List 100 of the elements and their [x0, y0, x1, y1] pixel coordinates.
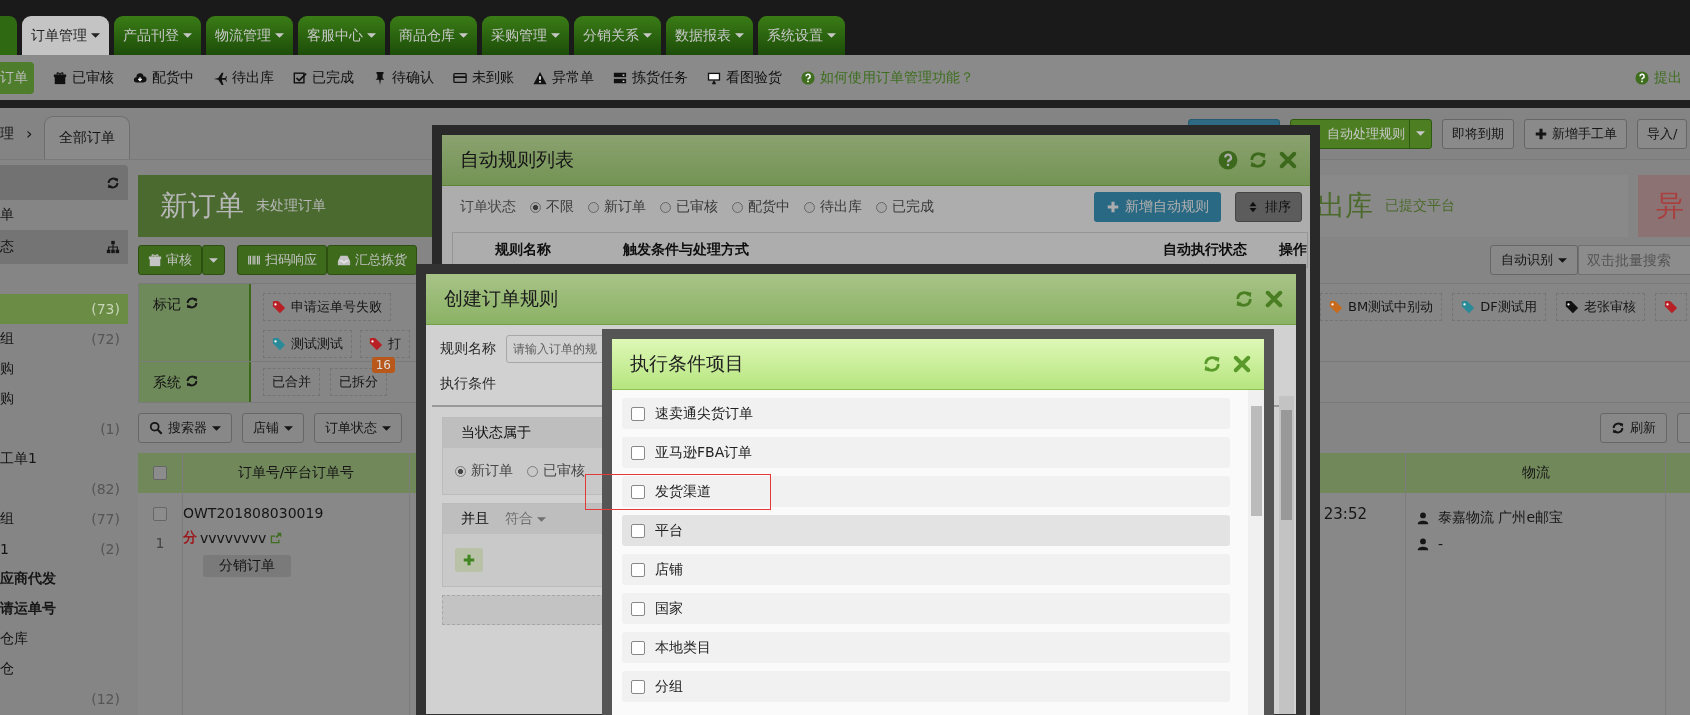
add-rule-button[interactable]: 新增自动规则	[1094, 192, 1221, 222]
condition-item[interactable]: 分组	[622, 671, 1230, 702]
pin-icon	[373, 70, 387, 85]
scan-button[interactable]: 扫码响应	[237, 245, 327, 275]
tag-button[interactable]: 老张审核	[1555, 292, 1645, 321]
review-button[interactable]: 审核	[138, 245, 202, 275]
nav-tab[interactable]: 产品刊登	[114, 16, 201, 55]
condition-item[interactable]: 亚马逊FBA订单	[622, 437, 1230, 468]
sidebar-section[interactable]: 态	[0, 230, 128, 264]
refresh-button[interactable]	[1248, 150, 1268, 170]
help-button[interactable]	[1218, 150, 1238, 170]
nav-tab[interactable]: 商品仓库	[390, 16, 477, 55]
caret-icon	[735, 33, 744, 38]
nav-link[interactable]: 配货中	[133, 68, 194, 87]
nav-tab[interactable]: 数据报表	[666, 16, 753, 55]
nav-link[interactable]: 未到账	[453, 68, 514, 87]
sidebar-item[interactable]: (73)	[0, 294, 128, 324]
checkbox[interactable]	[631, 679, 645, 694]
inbox-icon	[337, 253, 351, 267]
nav-link[interactable]: 拣货任务	[613, 68, 688, 87]
page-tab[interactable]: 全部订单	[44, 116, 131, 159]
tag-button[interactable]: 已合并	[263, 368, 320, 396]
row-checkbox[interactable]	[153, 507, 167, 521]
tag-button[interactable]: 测试测试	[263, 329, 352, 358]
checkbox[interactable]	[631, 445, 645, 460]
state-radio[interactable]: 新订单	[455, 462, 513, 480]
tab[interactable]	[0, 16, 17, 55]
search-button[interactable]: 搜索器	[138, 413, 232, 443]
sidebar-item[interactable]: 请运单号	[0, 594, 128, 624]
dropdown-button[interactable]	[202, 245, 225, 275]
tag-button[interactable]	[1654, 292, 1687, 321]
condition-item[interactable]: 发货渠道	[622, 476, 1230, 507]
nav-link[interactable]: 待确认	[373, 68, 434, 87]
filter-dropdown[interactable]: 订单状态	[314, 413, 402, 443]
add-condition-button[interactable]	[455, 548, 483, 572]
status-radio[interactable]: 新订单	[588, 198, 646, 216]
condition-item[interactable]: 店铺	[622, 554, 1230, 585]
nav-tab[interactable]: 客服中心	[298, 16, 385, 55]
condition-item[interactable]: 国家	[622, 593, 1230, 624]
caret-icon	[459, 33, 468, 38]
tag-button[interactable]: 申请运单号失败	[263, 292, 391, 321]
add-button[interactable]: 新增手工单	[1524, 118, 1627, 149]
checkbox[interactable]	[631, 562, 645, 577]
pick-button[interactable]: 汇总拣货	[327, 245, 417, 275]
nav-tab[interactable]: 物流管理	[206, 16, 293, 55]
filter-dropdown[interactable]: 店铺	[242, 413, 304, 443]
tag-button[interactable]: BM测试中别动	[1320, 292, 1443, 321]
buyer-name: vvvvvvvv	[200, 530, 267, 546]
toolbar-button[interactable]: 即将到期	[1442, 118, 1514, 149]
checkbox[interactable]	[631, 640, 645, 655]
sidebar-item[interactable]: 购	[0, 354, 128, 384]
close-button[interactable]	[1278, 150, 1298, 170]
tag-button[interactable]: DF测试用	[1452, 292, 1546, 321]
refresh-button[interactable]: 刷新	[1600, 413, 1667, 443]
sidebar-item[interactable]: 仓库	[0, 624, 128, 654]
condition-item[interactable]: 速卖通尖货订单	[622, 398, 1230, 429]
checkbox[interactable]	[631, 484, 645, 499]
status-radio[interactable]: 不限	[530, 198, 574, 216]
nav-link[interactable]: 已审核	[53, 68, 114, 87]
refresh-button[interactable]	[1234, 289, 1254, 309]
scrollbar[interactable]	[1248, 390, 1264, 715]
status-radio[interactable]: 待出库	[804, 198, 862, 216]
status-radio[interactable]: 配货中	[732, 198, 790, 216]
sidebar-item[interactable]: 仓	[0, 654, 128, 684]
search-mode-dropdown[interactable]: 自动识别	[1490, 245, 1578, 275]
condition-item[interactable]: 本地类目	[622, 632, 1230, 663]
condition-item[interactable]: 平台	[622, 515, 1230, 546]
breadcrumb-link[interactable]: 理	[0, 124, 14, 143]
nav-tab[interactable]: 采购管理	[482, 16, 569, 55]
nav-link[interactable]: 异常单	[533, 68, 594, 87]
sidebar-item[interactable]: 应商代发	[0, 564, 128, 594]
nav-link[interactable]: 待出库	[213, 68, 274, 87]
nav-link[interactable]: 看图验货	[707, 68, 782, 87]
scrollbar[interactable]	[1279, 396, 1294, 714]
monitor-icon	[707, 70, 721, 85]
sidebar-item[interactable]: 购	[0, 384, 128, 414]
sidebar-item[interactable]: 工单1	[0, 444, 128, 474]
checkbox[interactable]	[631, 406, 645, 421]
checkbox[interactable]	[631, 601, 645, 616]
nav-tab[interactable]: 订单管理	[22, 16, 109, 55]
select-all-checkbox[interactable]	[153, 466, 167, 480]
match-dropdown[interactable]: 符合	[505, 510, 546, 528]
refresh-icon	[1234, 289, 1254, 309]
status-radio[interactable]: 已完成	[876, 198, 934, 216]
state-radio[interactable]: 已审核	[527, 462, 585, 480]
tag-button[interactable]: 打	[360, 329, 410, 358]
nav-tab[interactable]: 分销关系	[574, 16, 661, 55]
tab-button[interactable]: 订单	[0, 61, 34, 94]
dialog-title: 自动规则列表	[460, 147, 574, 172]
sidebar-item[interactable]: 单	[0, 200, 128, 230]
close-button[interactable]	[1232, 354, 1252, 374]
close-button[interactable]	[1264, 289, 1284, 309]
sort-button[interactable]: 排序	[1235, 192, 1302, 222]
logic-label: 并且	[461, 510, 489, 528]
refresh-button[interactable]	[1202, 354, 1222, 374]
toolbar-button[interactable]: 导入/	[1637, 118, 1688, 149]
column-header: 规则名称	[494, 241, 552, 259]
nav-link[interactable]: 已完成	[293, 68, 354, 87]
nav-tab[interactable]: 系统设置	[758, 16, 845, 55]
checkbox[interactable]	[631, 523, 645, 538]
